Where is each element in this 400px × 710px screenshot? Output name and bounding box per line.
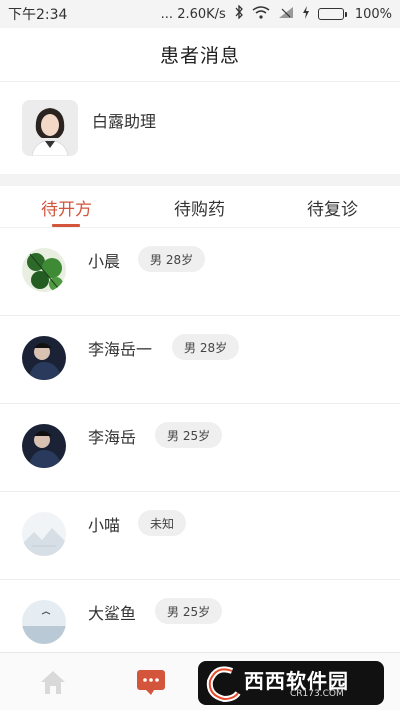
watermark-logo: 西西软件园 CR173.COM (198, 661, 384, 705)
home-icon[interactable] (38, 667, 68, 697)
charging-icon (302, 5, 310, 23)
list-item[interactable]: 小晨 男 28岁 (0, 228, 400, 316)
assistant-card[interactable]: 白露助理 (0, 82, 400, 174)
patient-avatar (22, 336, 66, 380)
no-sim-icon (278, 6, 294, 23)
tab-pending-prescription[interactable]: 待开方 (41, 186, 92, 228)
patient-name: 大鲨鱼 (88, 604, 137, 623)
patient-info-badge: 男 25岁 (155, 598, 223, 624)
page-header: 患者消息 (0, 28, 400, 82)
section-divider (0, 174, 400, 186)
patient-avatar (22, 600, 66, 644)
list-item[interactable]: 李海岳一 男 28岁 (0, 316, 400, 404)
status-time: 下午2:34 (8, 7, 68, 23)
status-bar: 下午2:34 ... 2.60K/s 100% (0, 0, 400, 28)
patient-info-badge: 未知 (138, 510, 187, 536)
patient-avatar (22, 512, 66, 556)
page-title: 患者消息 (159, 45, 240, 67)
battery-percent: 100% (354, 6, 392, 22)
list-item[interactable]: 大鲨鱼 男 25岁 (0, 580, 400, 652)
assistant-avatar (22, 100, 78, 156)
message-icon[interactable] (136, 667, 166, 697)
wifi-icon (252, 5, 270, 23)
battery-icon (317, 8, 347, 20)
list-item[interactable]: 小喵 未知 (0, 492, 400, 580)
list-item[interactable]: 李海岳 男 25岁 (0, 404, 400, 492)
patient-name: 小晨 (88, 252, 121, 271)
patient-list: 小晨 男 28岁 李海岳一 男 28岁 李海岳 男 25岁 小喵 未知 大鲨鱼 … (0, 228, 400, 652)
tab-pending-purchase[interactable]: 待购药 (174, 186, 225, 228)
tab-bar: 待开方 待购药 待复诊 (0, 186, 400, 228)
tab-pending-followup[interactable]: 待复诊 (307, 186, 358, 228)
patient-info-badge: 男 28岁 (172, 334, 240, 360)
patient-avatar (22, 424, 66, 468)
network-speed: ... 2.60K/s (160, 6, 226, 22)
patient-name: 李海岳 (88, 428, 137, 447)
bluetooth-icon (234, 4, 244, 23)
patient-name: 李海岳一 (88, 340, 153, 359)
tab-active-indicator (52, 224, 80, 227)
patient-info-badge: 男 28岁 (138, 246, 206, 272)
patient-info-badge: 男 25岁 (155, 422, 223, 448)
bottom-nav: 西西软件园 CR173.COM (0, 652, 400, 710)
watermark-subtitle: CR173.COM (290, 689, 344, 699)
assistant-name: 白露助理 (92, 112, 157, 131)
status-icons: ... 2.60K/s 100% (160, 4, 392, 23)
patient-name: 小喵 (88, 516, 121, 535)
patient-avatar (22, 248, 66, 292)
